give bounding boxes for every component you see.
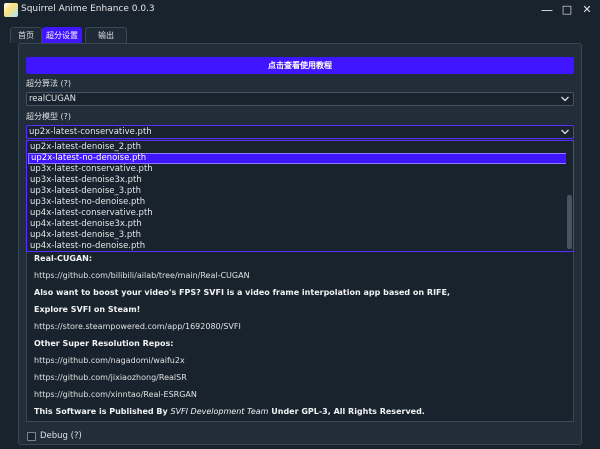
maximize-button[interactable]: □ [558,1,576,19]
license-team: SVFI Development Team [170,407,269,416]
model-value: up2x-latest-conservative.pth [29,127,152,137]
model-option[interactable]: up2x-latest-denoise_2.pth [28,142,567,153]
window-title: Squirrel Anime Enhance 0.0.3 [21,4,155,14]
model-option[interactable]: up3x-latest-denoise_3.pth [28,186,567,197]
waifu2x-link[interactable]: https://github.com/nagadomi/waifu2x [34,356,185,365]
title-bar: Squirrel Anime Enhance 0.0.3 — □ ✕ [0,0,600,24]
info-text-area[interactable]: Real-CUGAN: https://github.com/bilibili/… [26,250,574,422]
algorithm-select[interactable]: realCUGAN [26,92,574,106]
tab-home[interactable]: 首页 [10,27,42,43]
chevron-down-icon [561,96,569,102]
other-repos-heading: Other Super Resolution Repos: [34,339,174,348]
license-suffix: Under GPL-3, All Rights Reserved. [268,407,425,416]
algorithm-label: 超分算法 (?) [26,79,72,88]
tab-sr-settings[interactable]: 超分设置 [42,27,82,43]
steam-link[interactable]: https://store.steampowered.com/app/16920… [34,322,241,331]
model-option-selected[interactable]: up2x-latest-no-denoise.pth [28,153,567,164]
model-option[interactable]: up4x-latest-denoise_3.pth [28,230,567,241]
tutorial-button[interactable]: 点击查看使用教程 [26,57,574,74]
license-text: This Software is Published By SVFI Devel… [34,407,425,416]
model-label: 超分模型 (?) [26,112,72,121]
license-prefix: This Software is Published By [34,407,171,416]
tab-output[interactable]: 输出 [85,27,127,43]
realcugan-link[interactable]: https://github.com/bilibili/ailab/tree/m… [34,271,250,280]
model-option[interactable]: up3x-latest-denoise3x.pth [28,175,567,186]
model-select[interactable]: up2x-latest-conservative.pth [26,125,574,139]
model-dropdown-list[interactable]: up2x-latest-denoise_2.pth up2x-latest-no… [26,140,574,252]
realsr-link[interactable]: https://github.com/jixiaozhong/RealSR [34,373,187,382]
chevron-down-icon [561,129,569,135]
svfi-explore-text: Explore SVFI on Steam! [34,305,141,314]
debug-label[interactable]: Debug (?) [40,431,82,441]
close-button[interactable]: ✕ [578,1,596,19]
dropdown-scrollbar-thumb[interactable] [567,195,572,249]
minimize-button[interactable]: — [538,1,556,19]
algorithm-value: realCUGAN [29,94,77,104]
model-option[interactable]: up3x-latest-conservative.pth [28,164,567,175]
model-option[interactable]: up4x-latest-no-denoise.pth [28,241,567,252]
realesrgan-link[interactable]: https://github.com/xinntao/Real-ESRGAN [34,390,197,399]
app-logo-icon [4,3,18,17]
debug-checkbox[interactable] [27,432,36,441]
dropdown-scrollbar[interactable] [566,141,573,251]
svfi-promo-text: Also want to boost your video's FPS? SVF… [34,288,451,297]
realcugan-heading: Real-CUGAN: [34,254,93,263]
model-option[interactable]: up4x-latest-conservative.pth [28,208,567,219]
model-option[interactable]: up3x-latest-no-denoise.pth [28,197,567,208]
model-option[interactable]: up4x-latest-denoise3x.pth [28,219,567,230]
